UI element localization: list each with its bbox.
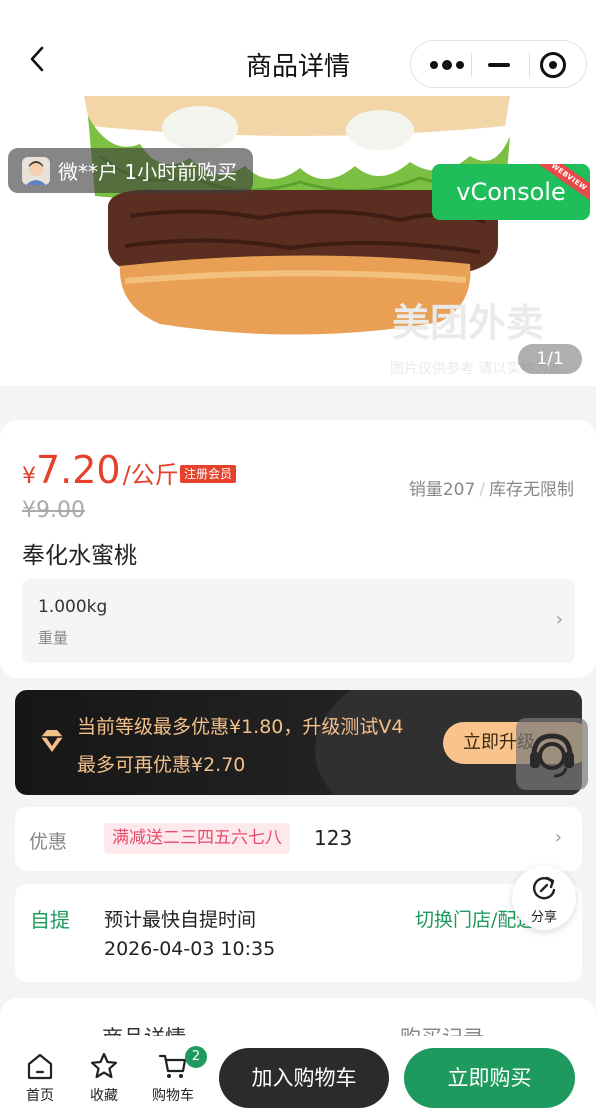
nav-cart-label: 购物车 xyxy=(152,1088,194,1104)
chevron-right-icon: › xyxy=(554,827,562,848)
add-to-cart-button[interactable]: 加入购物车 xyxy=(219,1048,389,1108)
spec-value: 1.000kg xyxy=(38,597,108,617)
watermark-logo: 美团外卖 xyxy=(392,301,545,345)
diamond-icon xyxy=(41,730,63,752)
buyer-avatar xyxy=(22,156,50,185)
member-discount-text: 当前等级最多优惠¥1.80，升级测试V4 xyxy=(77,716,404,738)
minimize-icon[interactable] xyxy=(488,63,510,67)
capsule-divider xyxy=(529,53,530,77)
page: 商品详情 微**户 1小时前购买 vConsole WEBVIEW 美团外卖 图… xyxy=(0,0,596,1117)
nav-header: 商品详情 xyxy=(0,0,596,96)
bottom-action-bar: 首页 收藏 2 购物车 加入购物车 立即购买 xyxy=(0,1036,596,1117)
share-label: 分享 xyxy=(530,910,557,925)
sales-stock: 销量207/库存无限制 xyxy=(408,480,574,500)
share-icon xyxy=(533,876,556,900)
buy-now-button[interactable]: 立即购买 xyxy=(404,1048,575,1108)
promotion-value: 123 xyxy=(314,826,353,850)
price-value: 7.20 xyxy=(36,448,121,492)
price: ¥ 7.20 /公斤 xyxy=(22,448,179,492)
miniprogram-capsule xyxy=(410,40,587,88)
member-price-badge: 注册会员 xyxy=(180,465,237,483)
nav-cart[interactable]: 2 购物车 xyxy=(143,1046,207,1105)
nav-home[interactable]: 首页 xyxy=(10,1050,70,1105)
sales-count: 销量207 xyxy=(408,480,476,500)
price-unit: /公斤 xyxy=(122,461,179,489)
star-icon xyxy=(90,1052,118,1079)
pickup-label: 自提 xyxy=(30,908,70,932)
recent-buyer-notice: 微**户 1小时前购买 xyxy=(8,148,254,193)
vconsole-label: vConsole xyxy=(456,178,566,206)
promotion-tag: 满减送二三四五六七八 xyxy=(104,823,290,854)
home-icon xyxy=(27,1053,53,1080)
member-extra-discount-text: 最多可再优惠¥2.70 xyxy=(77,754,246,776)
original-price: ¥9.00 xyxy=(22,498,85,523)
share-button[interactable]: 分享 xyxy=(512,866,576,930)
promotion-label: 优惠 xyxy=(29,831,68,853)
pickup-info-card: 自提 预计最快自提时间 2026-04-03 10:35 切换门店/配送 xyxy=(15,884,582,982)
customer-service-button[interactable] xyxy=(516,718,588,790)
image-counter: 1/1 xyxy=(518,344,582,374)
close-target-icon[interactable] xyxy=(540,52,566,78)
more-dots-icon[interactable] xyxy=(428,55,468,75)
spec-label: 重量 xyxy=(38,629,69,647)
pickup-time-title: 预计最快自提时间 xyxy=(104,909,257,931)
headset-icon xyxy=(530,733,574,778)
price-symbol: ¥ xyxy=(22,464,36,489)
member-upgrade-banner[interactable]: 当前等级最多优惠¥1.80，升级测试V4 最多可再优惠¥2.70 立即升级 xyxy=(15,690,582,795)
product-name: 奉化水蜜桃 xyxy=(22,543,137,569)
chevron-right-icon: › xyxy=(555,609,563,630)
nav-favorite-label: 收藏 xyxy=(90,1088,118,1104)
product-info-card: ¥ 7.20 /公斤 注册会员 销量207/库存无限制 ¥9.00 奉化水蜜桃 … xyxy=(0,420,596,678)
cart-count-badge: 2 xyxy=(185,1046,207,1068)
capsule-divider xyxy=(471,53,472,77)
nav-home-label: 首页 xyxy=(26,1088,54,1104)
stock-status: 库存无限制 xyxy=(489,480,574,500)
product-gallery[interactable]: 微**户 1小时前购买 vConsole WEBVIEW 美团外卖 图片仅供参考… xyxy=(0,96,596,404)
nav-favorite[interactable]: 收藏 xyxy=(74,1050,134,1105)
spec-selector[interactable]: 1.000kg 重量 › xyxy=(22,579,575,663)
buyer-notice-text: 微**户 1小时前购买 xyxy=(58,160,238,184)
vconsole-button[interactable]: vConsole WEBVIEW xyxy=(432,164,590,220)
pickup-time-value: 2026-04-03 10:35 xyxy=(104,938,276,960)
promotion-row[interactable]: 优惠 满减送二三四五六七八 123 › xyxy=(15,807,582,871)
